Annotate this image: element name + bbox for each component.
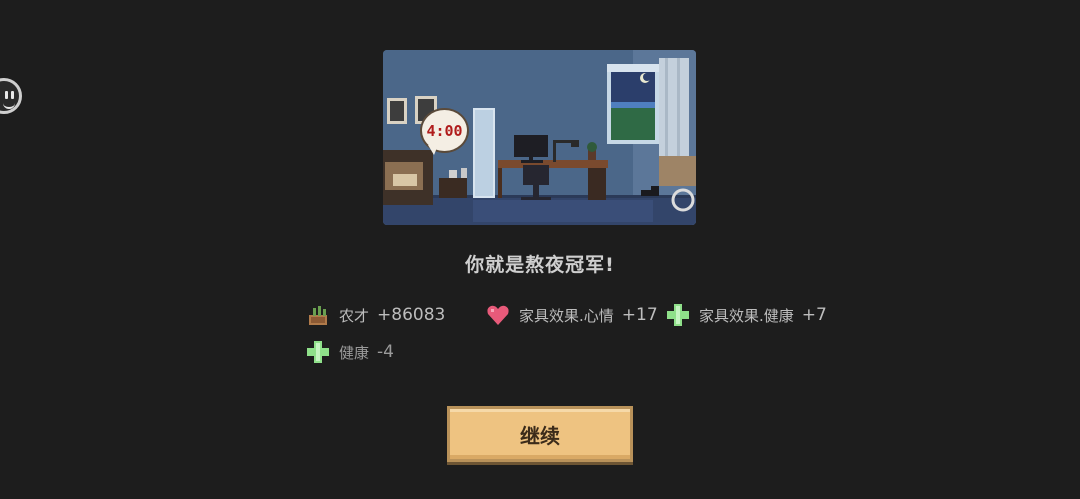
heart-icon [485,302,511,328]
reward-value: -4 [377,342,394,362]
reward-label: 家具效果.心情 [519,306,614,325]
continue-button[interactable]: 继续 [447,406,633,462]
reward-item-mood: 家具效果.心情 +17 [485,302,658,328]
reward-item-health-furniture: 家具效果.健康 +7 [665,302,827,328]
face-mouth [3,102,15,109]
face-eye-right [11,91,14,99]
result-title: 你就是熬夜冠军! [465,254,615,276]
reward-label: 家具效果.健康 [699,306,794,325]
side-menu-face-icon[interactable] [0,78,22,114]
reward-value: +17 [621,305,658,325]
clock-bubble-tail [428,145,438,155]
game-result-screen: 4:00 你就是熬夜冠军! 农才 +86083 家具效果.心情 +17 家具效果… [0,0,1080,499]
reward-value: +7 [801,305,827,325]
reward-item-health: 健康 -4 [305,339,394,365]
health-cross-icon [305,339,331,365]
reward-value: +86083 [377,305,446,325]
face-eye-left [5,91,8,99]
reward-item-talent: 农才 +86083 [305,302,445,328]
health-cross-icon [665,302,691,328]
reward-label: 农才 [339,306,370,325]
reward-label: 健康 [339,343,370,362]
plant-pot-icon [305,302,331,328]
